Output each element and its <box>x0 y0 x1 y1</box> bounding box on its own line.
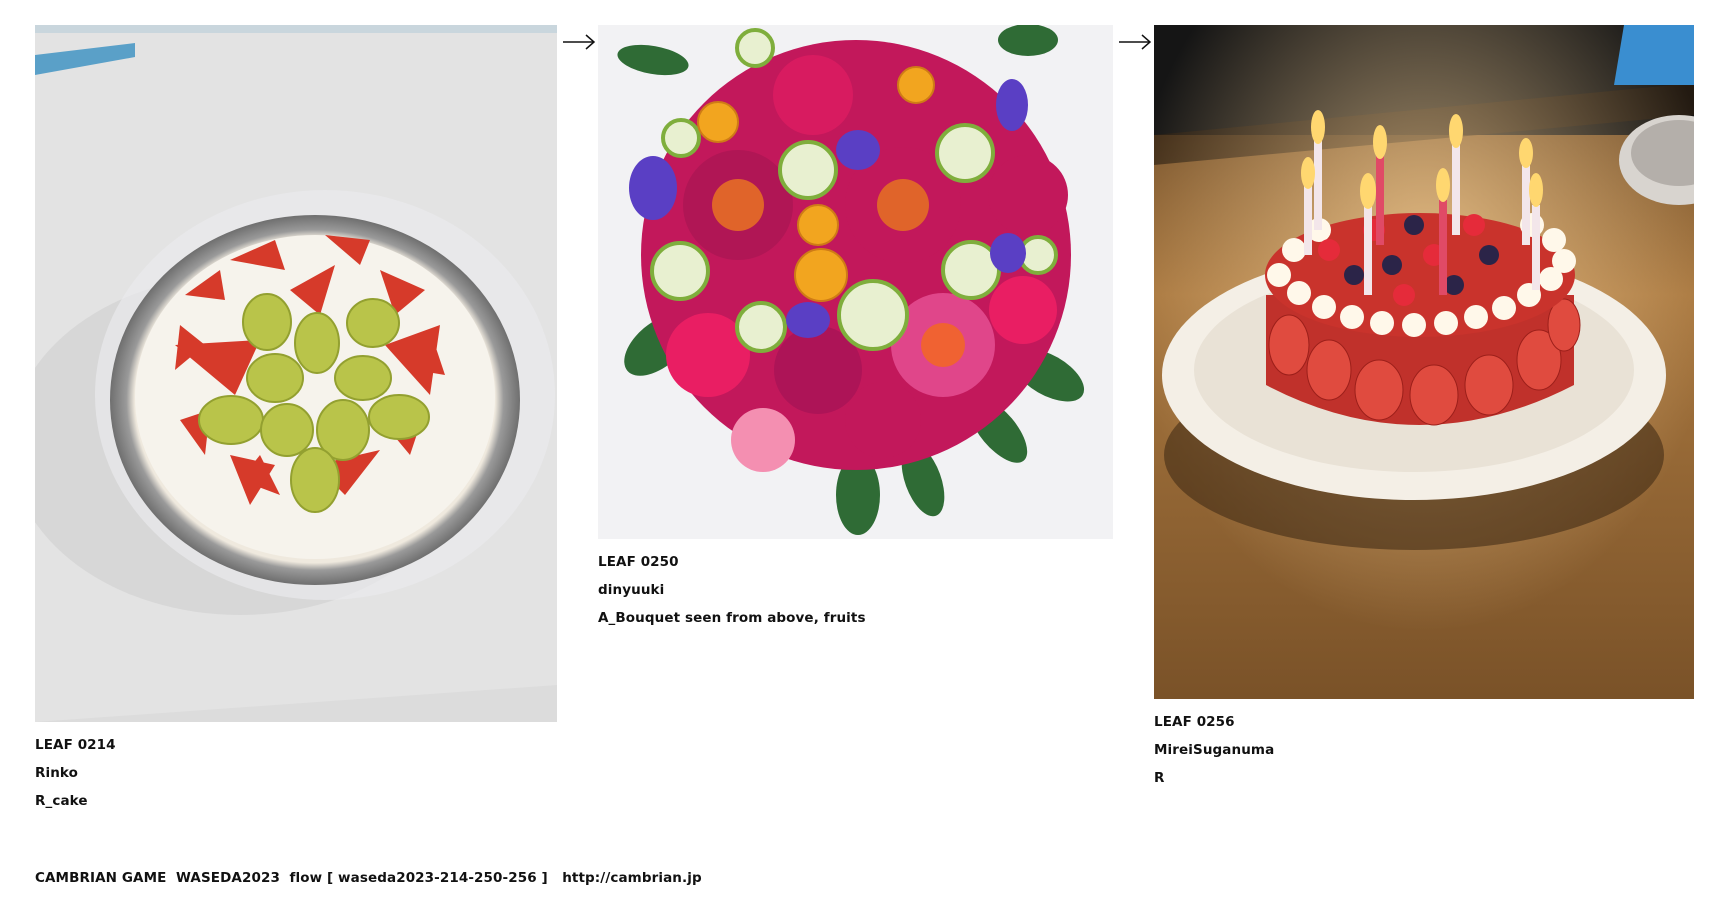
leaf-card-1: LEAF 0214 Rinko R_cake <box>35 25 557 815</box>
leaf-image-birthday-cake[interactable] <box>1154 25 1694 699</box>
leaf-title: R <box>1154 770 1165 786</box>
leaf-number: LEAF 0214 <box>35 737 116 753</box>
leaf-card-2: LEAF 0250 dinyuuki A_Bouquet seen from a… <box>598 25 1113 632</box>
leaf-title: R_cake <box>35 793 88 809</box>
footer: CAMBRIAN GAME WASEDA2023 flow [ waseda20… <box>35 870 702 886</box>
leaf-caption: LEAF 0250 dinyuuki A_Bouquet seen from a… <box>598 548 1113 632</box>
leaf-author[interactable]: MireiSuganuma <box>1154 736 1694 764</box>
leaf-number: LEAF 0256 <box>1154 714 1235 730</box>
page: LEAF 0214 Rinko R_cake LEAF 0250 dinyuuk… <box>0 0 1720 900</box>
arrow-right-icon <box>1119 34 1152 50</box>
leaf-author[interactable]: dinyuuki <box>598 576 1113 604</box>
leaf-author[interactable]: Rinko <box>35 759 557 787</box>
footer-text: CAMBRIAN GAME WASEDA2023 flow [ waseda20… <box>35 870 563 886</box>
leaf-number: LEAF 0250 <box>598 554 679 570</box>
arrow-right-icon <box>563 34 596 50</box>
leaf-caption: LEAF 0256 MireiSuganuma R <box>1154 708 1694 792</box>
footer-link[interactable]: http://cambrian.jp <box>562 870 702 886</box>
leaf-caption: LEAF 0214 Rinko R_cake <box>35 731 557 815</box>
leaf-image-bouquet[interactable] <box>598 25 1113 539</box>
leaf-title: A_Bouquet seen from above, fruits <box>598 610 866 626</box>
leaf-card-3: LEAF 0256 MireiSuganuma R <box>1154 25 1694 792</box>
leaf-image-cake[interactable] <box>35 25 557 722</box>
